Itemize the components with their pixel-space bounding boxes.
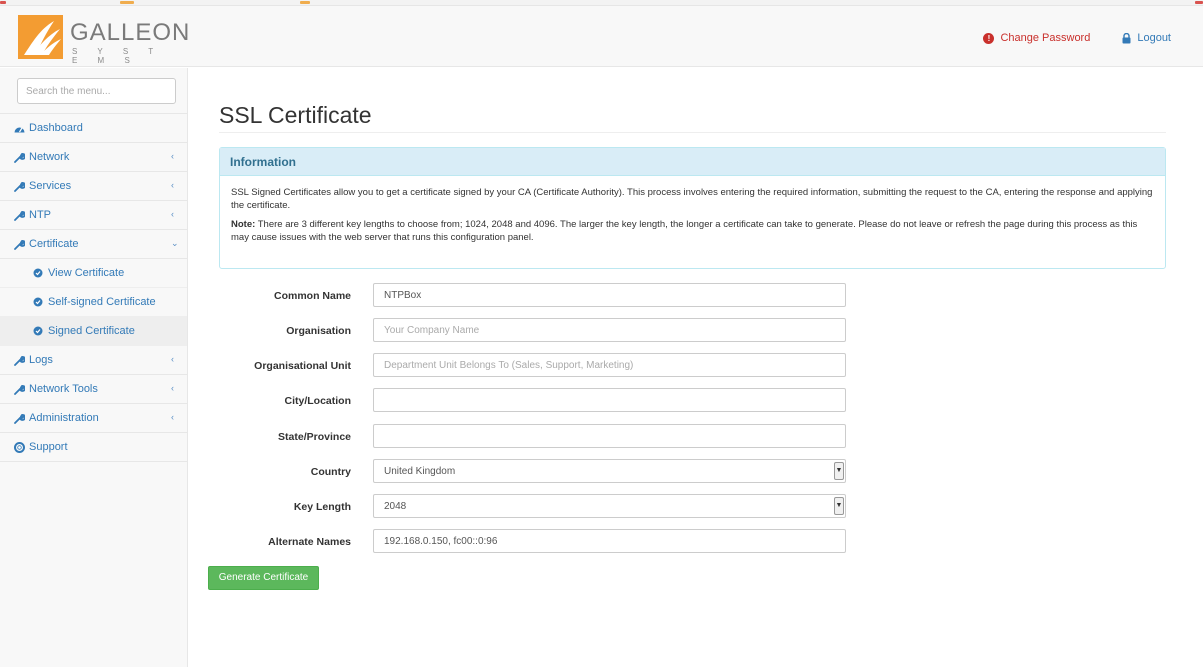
title-divider: [219, 132, 1166, 133]
sidebar-item-administration[interactable]: Administration ‹: [0, 404, 187, 433]
information-panel-body: SSL Signed Certificates allow you to get…: [220, 176, 1165, 244]
generate-certificate-button[interactable]: Generate Certificate: [208, 566, 319, 590]
sidebar-item-label: Dashboard: [29, 122, 83, 134]
sidebar-subitem-label: Signed Certificate: [48, 325, 135, 337]
sidebar-subitem-view-certificate[interactable]: View Certificate: [0, 259, 187, 288]
sidebar-subitem-signed-certificate[interactable]: Signed Certificate: [0, 317, 187, 346]
chevron-left-icon: ‹: [171, 354, 174, 364]
info-paragraph: SSL Signed Certificates allow you to get…: [231, 187, 1153, 211]
wrench-icon: [13, 210, 25, 221]
chevron-left-icon: ‹: [171, 180, 174, 190]
organisation-row: Organisation: [189, 318, 1203, 344]
key-length-selected-value: 2048: [384, 501, 407, 512]
change-password-link[interactable]: ! Change Password: [983, 32, 1090, 44]
sidebar-subitem-self-signed-certificate[interactable]: Self-signed Certificate: [0, 288, 187, 317]
dropdown-arrow-icon: ▼: [834, 497, 844, 515]
sidebar-item-label: Certificate: [29, 238, 79, 250]
galleon-sail-icon: [18, 15, 63, 59]
country-selected-value: United Kingdom: [384, 466, 456, 477]
information-panel-heading: Information: [220, 148, 1165, 176]
wrench-icon: [13, 181, 25, 192]
city-label: City/Location: [284, 395, 351, 407]
country-row: Country United Kingdom ▼: [189, 459, 1203, 485]
sidebar-subitem-label: Self-signed Certificate: [48, 296, 156, 308]
menu-search-input[interactable]: [17, 78, 176, 104]
lock-icon: [1122, 32, 1131, 43]
certificate-icon: [33, 297, 43, 307]
alternate-names-input[interactable]: [373, 529, 846, 553]
sidebar-item-network-tools[interactable]: Network Tools ‹: [0, 375, 187, 404]
certificate-icon: [33, 326, 43, 336]
state-row: State/Province: [189, 424, 1203, 450]
organisation-label: Organisation: [286, 325, 351, 337]
chevron-left-icon: ‹: [171, 209, 174, 219]
dropdown-arrow-icon: ▼: [834, 462, 844, 480]
note-label: Note:: [231, 219, 256, 230]
certificate-icon: [33, 268, 43, 278]
logout-label: Logout: [1137, 32, 1171, 44]
top-navbar: GALLEON S Y S T E M S ! Change Password …: [0, 6, 1203, 67]
main-content: SSL Certificate Information SSL Signed C…: [189, 68, 1203, 667]
info-note: Note: There are 3 different key lengths …: [231, 218, 1155, 244]
key-length-select[interactable]: 2048 ▼: [373, 494, 846, 518]
sidebar-item-ntp[interactable]: NTP ‹: [0, 201, 187, 230]
country-select[interactable]: United Kingdom ▼: [373, 459, 846, 483]
wrench-icon: [13, 384, 25, 395]
sidebar-item-services[interactable]: Services ‹: [0, 172, 187, 201]
state-input[interactable]: [373, 424, 846, 448]
sidebar-item-support[interactable]: Support: [0, 433, 187, 462]
organisational-unit-label: Organisational Unit: [254, 360, 351, 372]
sidebar-item-label: Support: [29, 441, 68, 453]
sidebar-item-label: Administration: [29, 412, 99, 424]
chevron-left-icon: ‹: [171, 383, 174, 393]
chevron-left-icon: ‹: [171, 151, 174, 161]
galleon-logo[interactable]: GALLEON S Y S T E M S: [18, 15, 189, 65]
sidebar-item-label: Network: [29, 151, 70, 163]
sidebar-item-label: Logs: [29, 354, 53, 366]
sidebar-item-label: Services: [29, 180, 72, 192]
common-name-row: Common Name: [189, 283, 1203, 309]
exclamation-circle-icon: !: [983, 32, 995, 44]
sidebar-item-label: NTP: [29, 209, 51, 221]
city-input[interactable]: [373, 388, 846, 412]
country-label: Country: [310, 466, 351, 478]
sidebar-subitem-label: View Certificate: [48, 267, 125, 279]
common-name-input[interactable]: [373, 283, 846, 307]
sidebar: Dashboard Network ‹ Services ‹ NTP ‹ Cer…: [0, 68, 188, 667]
sidebar-item-certificate[interactable]: Certificate ⌄: [0, 230, 187, 259]
change-password-label: Change Password: [1000, 32, 1091, 44]
key-length-row: Key Length 2048 ▼: [189, 494, 1203, 520]
key-length-label: Key Length: [293, 501, 351, 513]
chevron-down-icon: ⌄: [171, 238, 179, 248]
note-text: There are 3 different key lengths to cho…: [231, 219, 1138, 243]
city-row: City/Location: [189, 388, 1203, 414]
organisational-unit-input[interactable]: [373, 353, 846, 377]
organisational-unit-row: Organisational Unit: [189, 353, 1203, 379]
sidebar-item-label: Network Tools: [29, 383, 98, 395]
chevron-left-icon: ‹: [171, 412, 174, 422]
logo-tagline: S Y S T E M S: [72, 47, 162, 65]
sidebar-item-logs[interactable]: Logs ‹: [0, 346, 187, 375]
alternate-names-label: Alternate Names: [268, 536, 351, 548]
wrench-icon: [13, 152, 25, 163]
wrench-icon: [13, 239, 25, 250]
organisation-input[interactable]: [373, 318, 846, 342]
page-title: SSL Certificate: [219, 102, 372, 128]
wrench-icon: [13, 413, 25, 424]
information-panel: Information SSL Signed Certificates allo…: [219, 147, 1166, 269]
wrench-icon: [13, 355, 25, 366]
logout-link[interactable]: Logout: [1122, 32, 1171, 44]
common-name-label: Common Name: [273, 290, 351, 302]
lifebuoy-icon: [13, 441, 25, 453]
sidebar-item-dashboard[interactable]: Dashboard: [0, 114, 187, 143]
sidebar-search: [0, 68, 187, 114]
logo-wordmark: GALLEON: [70, 19, 191, 46]
alternate-names-row: Alternate Names: [189, 529, 1203, 555]
sidebar-item-network[interactable]: Network ‹: [0, 143, 187, 172]
state-label: State/Province: [278, 431, 351, 443]
dashboard-icon: [13, 124, 25, 133]
